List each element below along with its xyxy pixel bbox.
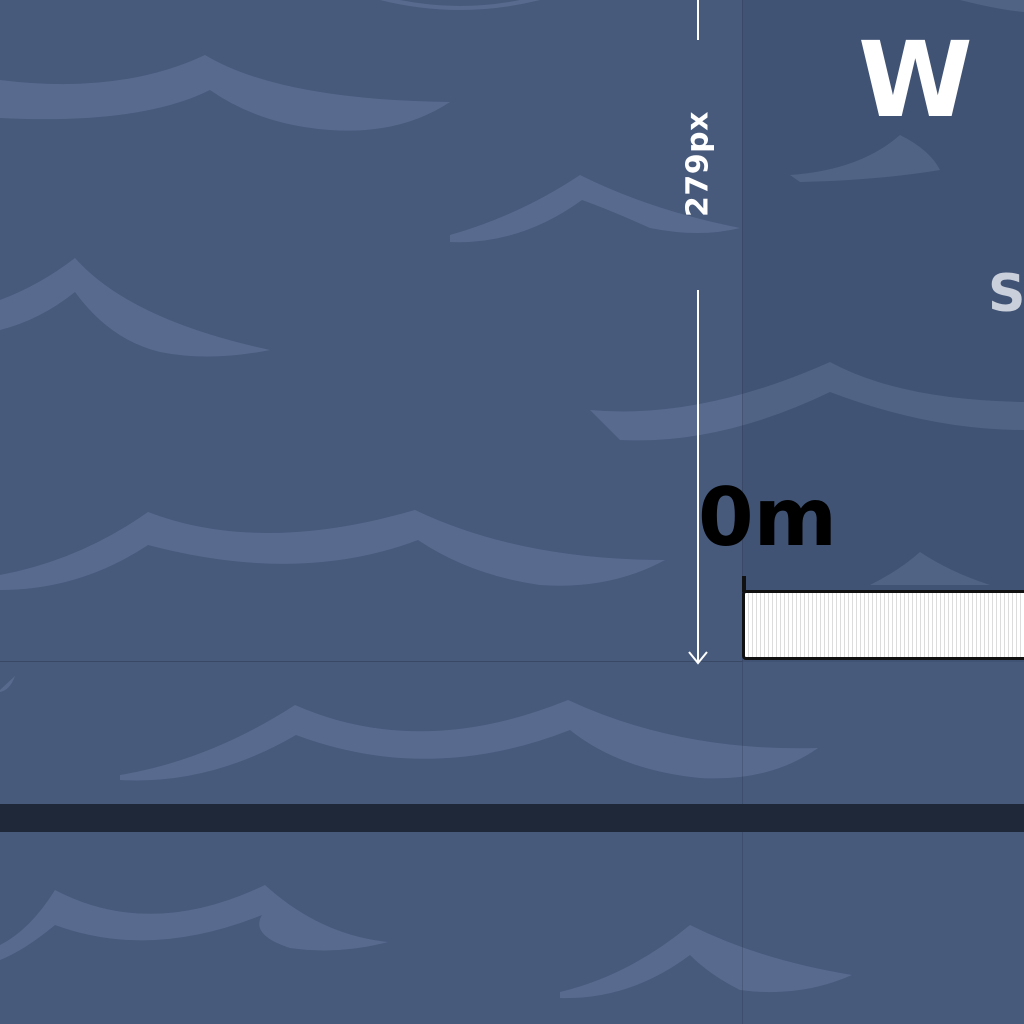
page-subtitle: S [988, 264, 1024, 324]
ground-bar [0, 804, 1024, 832]
page-title: W [858, 19, 973, 141]
wave [0, 676, 15, 692]
wave [0, 258, 270, 357]
wave [0, 55, 450, 131]
wave [0, 510, 665, 590]
measure-label: 279px [680, 111, 716, 217]
water-line [0, 661, 742, 662]
distance-progress-bar [742, 590, 1024, 660]
panel-divider [742, 662, 743, 1024]
wave [380, 0, 540, 10]
wave [560, 925, 852, 999]
distance-label: 0m [698, 471, 838, 564]
game-stage: 279px W S 0m [0, 0, 1024, 1024]
down-arrow-icon [688, 0, 708, 665]
wave [120, 700, 818, 781]
wave [0, 885, 388, 960]
